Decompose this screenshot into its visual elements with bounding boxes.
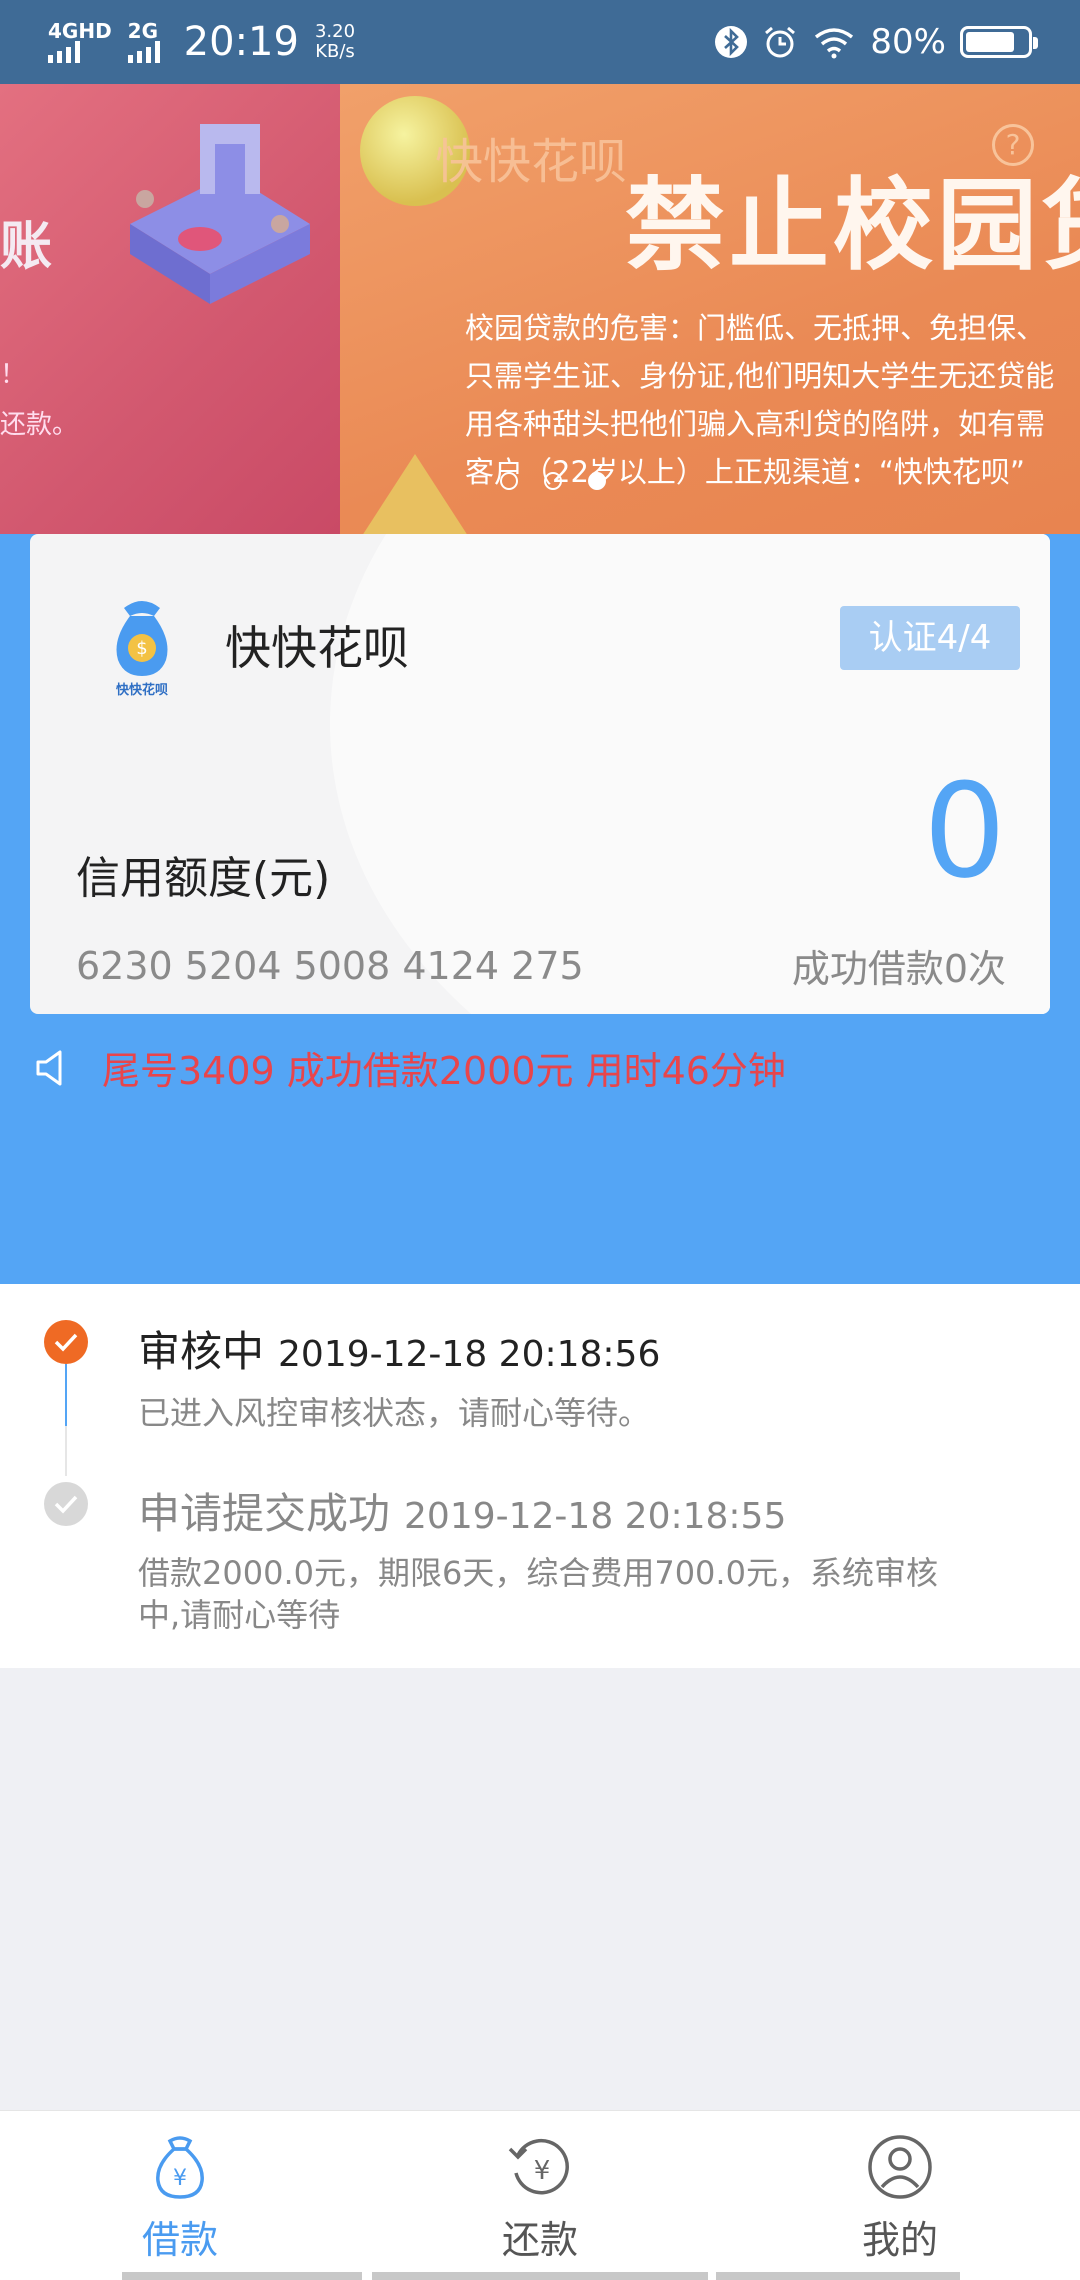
step-desc-line: 中,请耐心等待 <box>138 1596 341 1634</box>
battery-fill <box>966 32 1014 52</box>
banner-prev-title: 账 <box>0 217 53 277</box>
credit-limit-value: 0 <box>923 755 1006 907</box>
banner-line: 用各种甜头把他们骗入高利贷的陷阱，如有需 <box>465 407 1046 441</box>
gesture-bar-segment <box>372 2272 708 2280</box>
timeline-step-title: 审核中 2019-12-18 20:18:56 <box>138 1318 660 1379</box>
timeline-connector <box>65 1426 67 1476</box>
banner-prev-slide: 账 ！ 还款。 <box>0 84 340 534</box>
tab-label: 还款 <box>501 2218 578 2262</box>
logo-caption: 快快花呗 <box>116 682 168 698</box>
bluetooth-icon <box>715 26 748 58</box>
application-timeline: 审核中 2019-12-18 20:18:56 已进入风控审核状态，请耐心等待。 … <box>0 1284 1080 1668</box>
carousel-dot-active[interactable] <box>588 472 606 490</box>
tab-repay[interactable]: ¥ 还款 <box>440 2131 640 2264</box>
tab-mine[interactable]: 我的 <box>800 2131 1000 2264</box>
carousel-dot[interactable] <box>500 472 518 490</box>
banner-brand: 快快花呗 <box>435 134 628 190</box>
isometric-illustration <box>130 124 310 304</box>
gesture-bar-segment <box>716 2272 960 2280</box>
help-icon[interactable]: ? <box>992 124 1034 166</box>
decorative-triangle <box>360 454 470 534</box>
banner-line: 只需学生证、身份证,他们明知大学生无还贷能 <box>465 359 1055 393</box>
tab-borrow[interactable]: ¥ 借款 <box>80 2131 280 2264</box>
step-date: 2019-12-18 20:18:55 <box>404 1496 787 1537</box>
bottom-tab-bar: ¥ 借款 ¥ 还款 我的 <box>0 2110 1080 2280</box>
banner-prev-line-2: 还款。 <box>0 410 79 440</box>
app-name: 快快花呗 <box>225 621 409 675</box>
banner-current-slide: 快快花呗 禁止校园贷 ? 校园贷款的危害：门槛低、无抵押、免担保、 只需学生证、… <box>340 84 1080 534</box>
repay-yen-icon: ¥ <box>508 2138 569 2195</box>
auth-label: 认证4/4 <box>868 618 992 658</box>
network-4g: 4GHD <box>48 21 112 63</box>
tab-label: 我的 <box>861 2218 938 2262</box>
gesture-bar <box>0 2272 1080 2280</box>
svg-text:¥: ¥ <box>173 2166 187 2191</box>
auth-progress-button[interactable]: 认证4/4 <box>840 606 1020 670</box>
carousel-indicator[interactable] <box>500 472 606 490</box>
network-2g: 2G <box>127 19 160 63</box>
clock: 20:19 <box>183 19 299 65</box>
tab-label: 借款 <box>141 2218 218 2262</box>
loan-success-count: 成功借款0次 <box>791 947 1006 991</box>
battery-icon <box>960 26 1038 58</box>
credit-limit-label: 信用额度(元) <box>76 853 331 904</box>
step-status: 申请提交成功 <box>138 1489 391 1538</box>
signal-icon <box>48 41 80 63</box>
credit-card-panel: $ 快快花呗 快快花呗 认证4/4 0 信用额度(元) 6230 5204 50… <box>30 534 1050 1014</box>
app-logo-icon: $ 快快花呗 <box>116 601 168 698</box>
speaker-icon <box>36 1050 62 1085</box>
speed-unit: KB/s <box>315 41 355 62</box>
loan-notice-marquee: 尾号3409 成功借款2000元 用时46分钟 <box>32 1040 786 1095</box>
banner-prev-line-1: ！ <box>0 360 27 390</box>
status-bar: 4GHD 2G 20:19 3.20 KB/s 80% <box>0 0 1080 84</box>
battery-percent: 80% <box>870 22 946 62</box>
banner-line: 校园贷款的危害：门槛低、无抵押、免担保、 <box>465 311 1046 345</box>
network-4g-label: 4GHD <box>48 19 112 43</box>
banner-text: 校园贷款的危害：门槛低、无抵押、免担保、 只需学生证、身份证,他们明知大学生无还… <box>465 304 1080 496</box>
timeline-step-desc: 借款2000.0元，期限6天，综合费用700.0元，系统审核 中,请耐心等待 <box>138 1552 1038 1636</box>
notice-text: 尾号3409 成功借款2000元 用时46分钟 <box>102 1049 786 1093</box>
step-desc-line: 借款2000.0元，期限6天，综合费用700.0元，系统审核 <box>138 1554 938 1592</box>
wifi-icon <box>815 28 854 59</box>
network-2g-label: 2G <box>127 19 159 43</box>
check-icon <box>44 1320 88 1364</box>
alarm-icon <box>765 26 796 58</box>
status-left: 4GHD 2G 20:19 3.20 KB/s <box>48 19 355 65</box>
money-bag-icon: ¥ <box>156 2136 204 2199</box>
bank-card-number: 6230 5204 5008 4124 275 <box>76 944 584 988</box>
user-icon <box>868 2135 932 2199</box>
promo-banner[interactable]: 账 ！ 还款。 快快花呗 禁止校园贷 ? 校园贷款的危害：门槛低、无抵押、免担保… <box>0 84 1080 534</box>
status-right: 80% <box>714 22 1038 62</box>
signal-icon <box>127 41 160 63</box>
check-icon <box>44 1482 88 1526</box>
network-speed: 3.20 KB/s <box>315 22 355 62</box>
timeline-connector <box>65 1364 67 1426</box>
gesture-bar-segment <box>122 2272 362 2280</box>
carousel-dot[interactable] <box>544 472 562 490</box>
svg-text:$: $ <box>136 638 147 659</box>
step-status: 审核中 <box>138 1327 265 1376</box>
speed-value: 3.20 <box>314 21 356 42</box>
timeline-step-title: 申请提交成功 2019-12-18 20:18:55 <box>138 1480 786 1541</box>
svg-text:¥: ¥ <box>534 2156 551 2186</box>
step-date: 2019-12-18 20:18:56 <box>278 1334 661 1375</box>
timeline-step-desc: 已进入风控审核状态，请耐心等待。 <box>138 1394 651 1432</box>
